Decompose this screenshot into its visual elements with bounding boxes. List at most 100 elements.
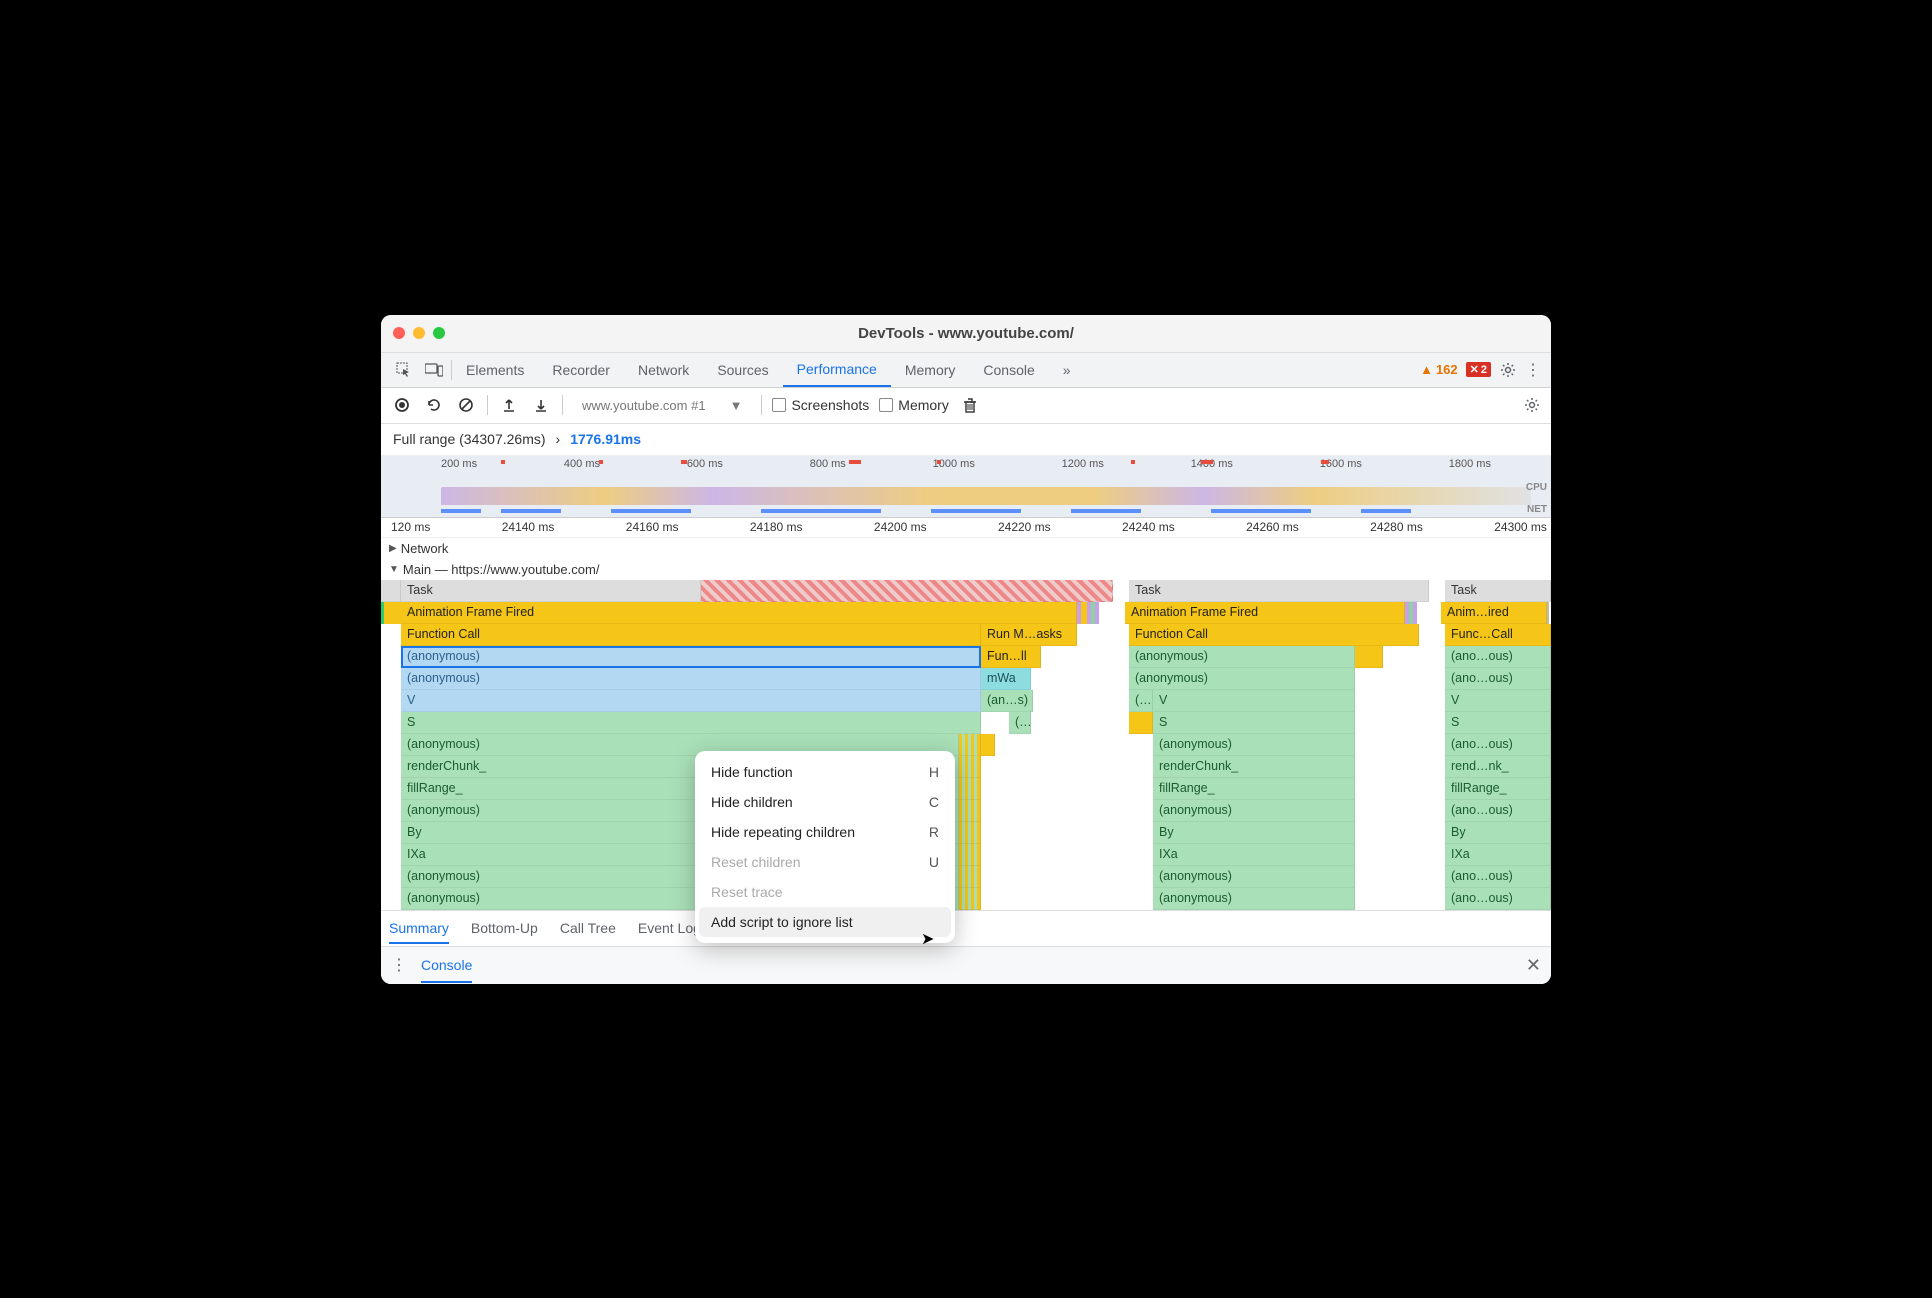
profile-selector[interactable]: www.youtube.com #1 ▼ [573,395,751,416]
flame-by[interactable]: By [1153,822,1355,844]
breadcrumb-current[interactable]: 1776.91ms [570,431,641,447]
drawer-console-tab[interactable]: Console [421,957,472,983]
context-hide-children[interactable]: Hide childrenC [695,787,955,817]
screenshots-checkbox[interactable]: Screenshots [772,397,869,413]
flame-fillrange[interactable]: fillRange_ [1153,778,1355,800]
flame-paren[interactable]: (… [1009,712,1031,734]
flame-anon[interactable]: (ano…ous) [1445,646,1551,668]
close-window-button[interactable] [393,327,405,339]
flame-aff[interactable]: Animation Frame Fired [1125,602,1405,624]
flame-anon[interactable]: (ano…ous) [1445,734,1551,756]
clear-button[interactable] [455,394,477,416]
tab-performance[interactable]: Performance [783,353,891,387]
context-add-ignore-list[interactable]: Add script to ignore list [699,907,951,937]
flame-s[interactable]: S [1445,712,1551,734]
flame-renderchunk[interactable]: renderChunk_ [1153,756,1355,778]
flame-fn[interactable]: Func…Call [1445,624,1551,646]
flame-fn-small[interactable]: Fun…ll [981,646,1041,668]
tab-memory[interactable]: Memory [891,353,970,387]
flame-renderchunk[interactable]: rend…nk_ [1445,756,1551,778]
flame-anon[interactable]: (anonymous) [1153,800,1355,822]
flame-microtask[interactable]: Run M…asks [981,624,1077,646]
kebab-menu-icon[interactable]: ⋮ [1525,360,1541,380]
record-button[interactable] [391,394,413,416]
download-button[interactable] [530,394,552,416]
more-tabs-icon[interactable]: » [1049,353,1085,387]
context-menu: Hide functionH Hide childrenC Hide repea… [695,751,955,943]
flame-v[interactable]: V [401,690,981,712]
cursor-icon: ➤ [921,929,934,949]
gc-button[interactable] [959,394,981,416]
flame-mwa[interactable]: mWa [981,668,1031,690]
flame-task-long[interactable] [701,580,1113,602]
context-hide-function[interactable]: Hide functionH [695,757,955,787]
details-tabs: Summary Bottom-Up Call Tree Event Log [381,910,1551,946]
flame-fn[interactable]: Function Call [401,624,981,646]
flame-anon[interactable]: (ano…ous) [1445,668,1551,690]
flame-anon[interactable]: (anonymous) [1129,646,1355,668]
flame-fillrange[interactable]: fillRange_ [1445,778,1551,800]
reload-button[interactable] [423,394,445,416]
flame-fn[interactable]: Function Call [1129,624,1419,646]
flame-v[interactable]: V [1153,690,1355,712]
flame-anon[interactable]: (ano…ous) [1445,800,1551,822]
tab-console[interactable]: Console [969,353,1048,387]
tabs-bar: Elements Recorder Network Sources Perfor… [381,353,1551,388]
chevron-right-icon: › [556,431,561,447]
memory-checkbox[interactable]: Memory [879,397,949,413]
panel-settings-icon[interactable] [1523,396,1541,414]
errors-badge[interactable]: ✕ 2 [1466,362,1491,377]
flame-anon[interactable]: (anonymous) [1153,866,1355,888]
maximize-window-button[interactable] [433,327,445,339]
flame-ixa[interactable]: IXa [1445,844,1551,866]
flame-aff[interactable]: Animation Frame Fired [401,602,1077,624]
flame-ans[interactable]: (an…s) [981,690,1033,712]
flame-by[interactable]: By [1445,822,1551,844]
inspect-element-icon[interactable] [391,357,417,383]
network-track-header[interactable]: ▶Network [381,538,1551,559]
flame-task[interactable]: Task [401,580,701,602]
minimize-window-button[interactable] [413,327,425,339]
context-hide-repeating[interactable]: Hide repeating childrenR [695,817,955,847]
settings-icon[interactable] [1499,361,1517,379]
breadcrumb-full-range[interactable]: Full range (34307.26ms) [393,431,546,447]
flame-task[interactable]: Task [1445,580,1551,602]
dropdown-icon: ▼ [730,398,743,413]
tab-recorder[interactable]: Recorder [538,353,624,387]
drawer-menu-icon[interactable]: ⋮ [391,955,407,975]
tab-call-tree[interactable]: Call Tree [560,920,616,936]
close-drawer-icon[interactable]: ✕ [1526,955,1541,976]
tab-summary[interactable]: Summary [389,920,449,944]
tab-event-log[interactable]: Event Log [638,920,701,936]
flame-anon[interactable]: (ano…ous) [1445,866,1551,888]
tab-network[interactable]: Network [624,353,703,387]
flame-ixa[interactable]: IXa [1153,844,1355,866]
flame-paren[interactable]: (… [1129,690,1153,712]
context-reset-children: Reset childrenU [695,847,955,877]
flame-aff[interactable]: Anim…ired [1441,602,1547,624]
console-drawer: ⋮ Console ✕ [381,946,1551,984]
device-toolbar-icon[interactable] [421,357,447,383]
flame-s[interactable]: S [401,712,981,734]
tab-sources[interactable]: Sources [703,353,782,387]
performance-toolbar: www.youtube.com #1 ▼ Screenshots Memory [381,388,1551,424]
flame-s[interactable]: S [1153,712,1355,734]
flame-chart[interactable]: Task Task Task Animation Frame Fired Ani… [381,580,1551,910]
breadcrumb: Full range (34307.26ms) › 1776.91ms [381,424,1551,456]
flame-anonymous-selected[interactable]: (anonymous) [401,646,981,668]
overview-timeline[interactable]: 200 ms 400 ms 600 ms 800 ms 1000 ms 1200… [381,456,1551,518]
flame-anon[interactable]: (anonymous) [401,668,981,690]
main-track-header[interactable]: ▼Main — https://www.youtube.com/ [381,559,1551,580]
detail-ruler[interactable]: 120 ms 24140 ms 24160 ms 24180 ms 24200 … [381,518,1551,538]
flame-task[interactable]: Task [1129,580,1429,602]
tab-bottom-up[interactable]: Bottom-Up [471,920,538,936]
flame-v[interactable]: V [1445,690,1551,712]
flame-anon[interactable]: (anonymous) [1129,668,1355,690]
flame-anon[interactable]: (anonymous) [1153,888,1355,910]
warnings-badge[interactable]: ▲ 162 [1420,362,1458,377]
titlebar: DevTools - www.youtube.com/ [381,315,1551,353]
flame-anon[interactable]: (ano…ous) [1445,888,1551,910]
tab-elements[interactable]: Elements [452,353,538,387]
upload-button[interactable] [498,394,520,416]
flame-anon[interactable]: (anonymous) [1153,734,1355,756]
